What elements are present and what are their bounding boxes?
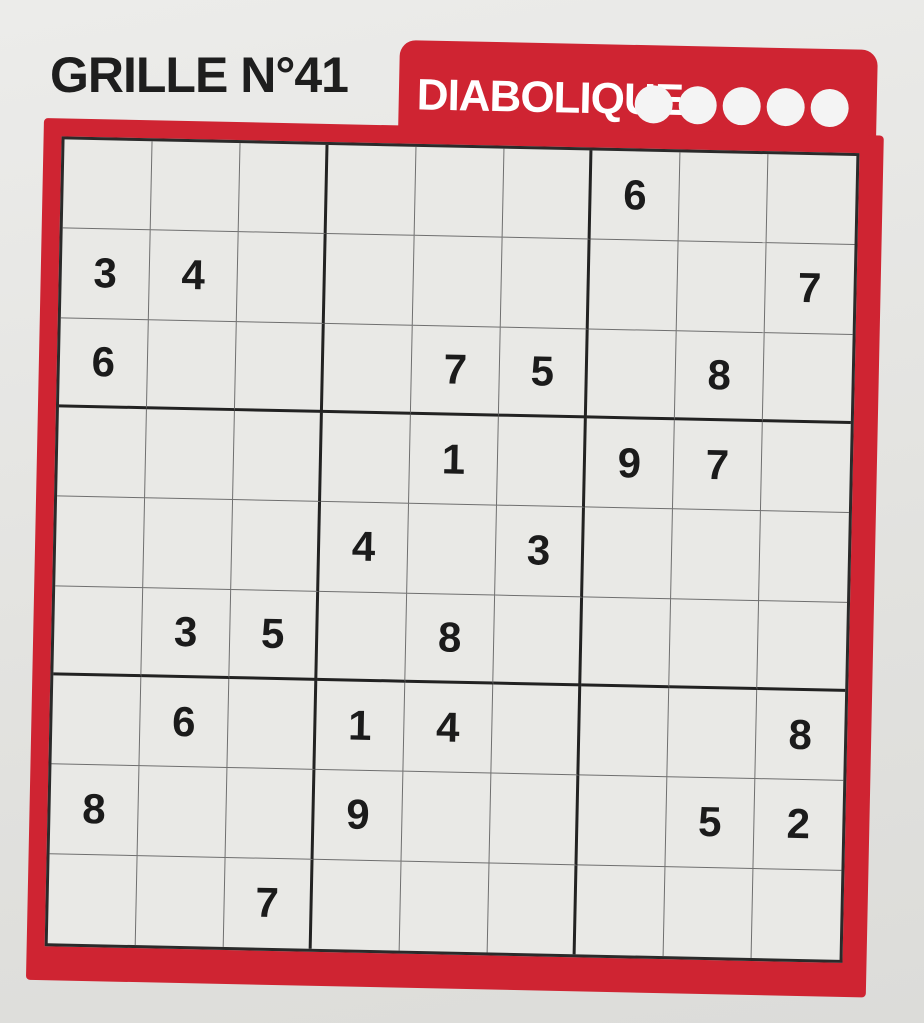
- sudoku-cell-r6-c4[interactable]: [317, 591, 408, 683]
- sudoku-cell-r6-c9[interactable]: [757, 600, 848, 692]
- sudoku-cell-r1-c6[interactable]: [502, 148, 593, 240]
- sudoku-cell-r6-c6[interactable]: [493, 595, 584, 687]
- sudoku-cell-r6-c7[interactable]: [581, 597, 672, 689]
- sudoku-cell-r8-c8: 5: [665, 777, 756, 869]
- sudoku-cell-r2-c5[interactable]: [412, 236, 503, 328]
- sudoku-cell-r1-c5[interactable]: [414, 146, 505, 238]
- sudoku-cell-r5-c5[interactable]: [407, 504, 497, 596]
- sudoku-cell-r9-c2[interactable]: [135, 855, 226, 947]
- sudoku-cell-r2-c1: 3: [60, 228, 151, 320]
- sudoku-cell-r2-c8[interactable]: [676, 241, 767, 333]
- sudoku-grid: 6347675819743358614889527: [44, 136, 860, 963]
- sudoku-cell-r4-c9[interactable]: [760, 422, 851, 514]
- sudoku-cell-r1-c2[interactable]: [150, 141, 241, 233]
- sudoku-cell-r1-c4[interactable]: [326, 144, 417, 237]
- sudoku-cell-r6-c2: 3: [141, 587, 232, 680]
- sudoku-cell-r3-c8: 8: [674, 330, 765, 423]
- sudoku-cell-r4-c4[interactable]: [321, 412, 411, 505]
- sudoku-cell-r5-c4: 4: [319, 502, 409, 594]
- sudoku-cell-r5-c3[interactable]: [231, 500, 322, 592]
- sudoku-cell-r8-c9: 2: [753, 779, 844, 871]
- sudoku-cell-r3-c3[interactable]: [234, 321, 325, 413]
- sudoku-cell-r1-c9[interactable]: [766, 154, 857, 246]
- sudoku-cell-r1-c8[interactable]: [678, 152, 769, 244]
- sudoku-cell-r4-c5: 1: [408, 414, 499, 506]
- sudoku-cell-r3-c5: 7: [410, 325, 501, 417]
- sudoku-cell-r7-c8[interactable]: [667, 688, 758, 780]
- sudoku-cell-r9-c9[interactable]: [752, 869, 842, 960]
- sudoku-cell-r6-c1[interactable]: [53, 585, 144, 678]
- sudoku-cell-r4-c1[interactable]: [57, 407, 147, 499]
- sudoku-cell-r5-c9[interactable]: [759, 511, 849, 603]
- sudoku-cell-r7-c6[interactable]: [491, 684, 582, 776]
- difficulty-dot-icon: [766, 87, 806, 127]
- difficulty-dot-icon: [722, 86, 762, 126]
- sudoku-cell-r8-c2[interactable]: [137, 766, 228, 858]
- sudoku-cell-r2-c2: 4: [148, 230, 239, 322]
- sudoku-cell-r6-c5: 8: [405, 593, 496, 685]
- sudoku-cell-r9-c6[interactable]: [487, 863, 578, 955]
- difficulty-dot-icon: [678, 85, 718, 125]
- sudoku-cell-r2-c4[interactable]: [324, 234, 415, 326]
- sudoku-cell-r5-c2[interactable]: [143, 498, 234, 590]
- sudoku-cell-r6-c3: 5: [229, 589, 320, 681]
- sudoku-cell-r9-c4[interactable]: [311, 859, 402, 951]
- sudoku-cell-r2-c3[interactable]: [236, 232, 327, 324]
- sudoku-cell-r9-c1[interactable]: [47, 853, 138, 946]
- sudoku-cell-r7-c3[interactable]: [227, 679, 318, 771]
- sudoku-cell-r9-c3: 7: [223, 857, 314, 949]
- sudoku-cell-r4-c8: 7: [672, 420, 763, 512]
- sudoku-cell-r4-c7: 9: [584, 418, 675, 510]
- sudoku-cell-r7-c2: 6: [139, 677, 230, 769]
- sudoku-frame: 6347675819743358614889527: [25, 118, 884, 998]
- sudoku-cell-r8-c4: 9: [313, 770, 404, 862]
- sudoku-cell-r7-c9: 8: [755, 690, 846, 782]
- sudoku-cell-r5-c8[interactable]: [671, 509, 761, 601]
- difficulty-dot-icon: [810, 88, 850, 128]
- sudoku-cell-r5-c7[interactable]: [583, 507, 673, 599]
- sudoku-cell-r2-c6[interactable]: [500, 237, 591, 330]
- sudoku-cell-r8-c6[interactable]: [489, 773, 580, 865]
- sudoku-cell-r1-c1[interactable]: [62, 139, 153, 231]
- grid-title: GRILLE N°41: [50, 47, 349, 103]
- sudoku-cell-r2-c7[interactable]: [588, 239, 679, 331]
- sudoku-cell-r3-c6: 5: [498, 327, 589, 419]
- sudoku-cell-r7-c1[interactable]: [51, 675, 142, 767]
- sudoku-cell-r3-c4[interactable]: [322, 323, 413, 415]
- sudoku-cell-r8-c5[interactable]: [401, 771, 492, 864]
- sudoku-cell-r9-c8[interactable]: [663, 866, 754, 959]
- sudoku-cell-r4-c6[interactable]: [496, 416, 587, 508]
- sudoku-cell-r3-c9[interactable]: [762, 332, 853, 424]
- sudoku-cell-r4-c3[interactable]: [233, 411, 323, 503]
- sudoku-cell-r3-c1: 6: [58, 318, 149, 410]
- sudoku-cell-r1-c7: 6: [590, 150, 681, 242]
- sudoku-cell-r7-c5: 4: [403, 682, 494, 774]
- sudoku-cell-r9-c5[interactable]: [399, 861, 490, 953]
- sudoku-cell-r7-c7[interactable]: [579, 686, 670, 778]
- sudoku-cell-r2-c9: 7: [764, 243, 855, 335]
- sudoku-cell-r4-c2[interactable]: [145, 409, 235, 501]
- sudoku-cell-r8-c1: 8: [49, 764, 140, 856]
- difficulty-rating: [634, 84, 850, 128]
- puzzle-page: GRILLE N°41 DIABOLIQUE 63476758197433586…: [0, 0, 924, 1023]
- sudoku-cell-r6-c8[interactable]: [669, 598, 760, 691]
- sudoku-cell-r3-c2[interactable]: [146, 319, 237, 412]
- sudoku-cell-r8-c7[interactable]: [577, 775, 668, 867]
- sudoku-cell-r1-c3[interactable]: [238, 143, 329, 235]
- sudoku-cell-r3-c7[interactable]: [586, 329, 677, 421]
- sudoku-cell-r9-c7[interactable]: [575, 864, 666, 957]
- sudoku-cell-r7-c4: 1: [315, 680, 406, 772]
- sudoku-cell-r5-c1[interactable]: [55, 496, 146, 588]
- difficulty-dot-icon: [634, 84, 674, 124]
- sudoku-cell-r5-c6: 3: [495, 505, 585, 598]
- sudoku-cell-r8-c3[interactable]: [225, 768, 316, 860]
